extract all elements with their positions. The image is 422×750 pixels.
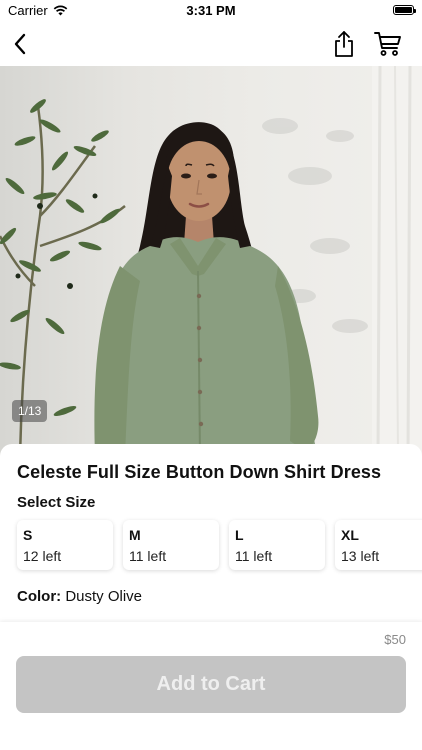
color-label: Color: [17,588,62,605]
size-stock: 11 left [129,548,167,564]
size-label: S [23,527,33,543]
color-row: Color: Dusty Olive [17,588,142,605]
size-label: L [235,527,244,543]
size-label: M [129,527,141,543]
chevron-left-icon [14,33,26,55]
size-option-s[interactable]: S 12 left [17,520,113,570]
nav-bar [0,22,422,67]
share-icon [335,31,353,57]
status-time: 3:31 PM [186,3,236,18]
add-to-cart-button[interactable]: Add to Cart [16,656,406,713]
product-photo [0,66,422,456]
size-options: S 12 left M 11 left L 11 left XL 13 left [17,520,422,570]
size-option-xl[interactable]: XL 13 left [335,520,422,570]
size-option-m[interactable]: M 11 left [123,520,219,570]
back-button[interactable] [4,28,36,60]
size-stock: 11 left [235,548,273,564]
battery-icon [393,5,416,15]
status-bar: Carrier 3:31 PM [0,0,422,22]
size-stock: 12 left [23,548,62,564]
cart-button[interactable] [372,28,404,60]
size-option-l[interactable]: L 11 left [229,520,325,570]
product-image-gallery[interactable]: 1/13 [0,66,422,456]
image-counter-badge: 1/13 [12,400,48,422]
price-label: $50 [384,632,406,647]
checkout-bar: $50 Add to Cart [0,622,422,750]
size-stock: 13 left [341,548,380,564]
share-button[interactable] [328,28,360,60]
cart-icon [374,32,401,56]
color-value: Dusty Olive [65,588,143,605]
select-size-heading: Select Size [17,494,96,511]
size-label: XL [341,527,359,543]
product-title: Celeste Full Size Button Down Shirt Dres… [17,462,382,482]
